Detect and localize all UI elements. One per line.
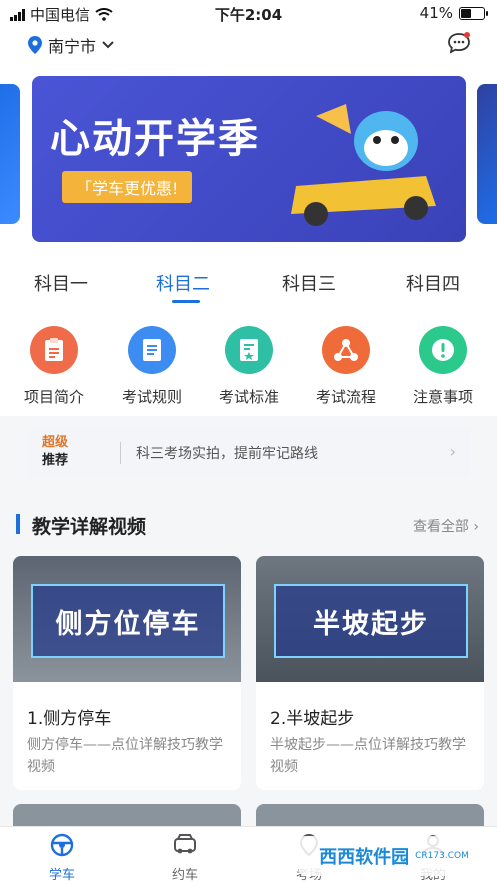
project-intro-label: 项目简介 (23, 388, 84, 406)
status-bar: 中国电信 下午2:04 41% (0, 0, 497, 26)
video-description: 半坡起步——点位详解技巧教学视频 (270, 737, 466, 775)
section-title: 教学详解视频 (32, 516, 147, 538)
subject-tabs: 科目一 科目二 科目三 科目四 (0, 256, 497, 316)
city-label: 南宁市 (48, 37, 97, 56)
view-all-link[interactable]: 查看全部 › (413, 516, 479, 536)
recommend-notice[interactable]: 超级 推荐 科三考场实拍，提前牢记路线 › (28, 428, 470, 478)
feature-grid: 项目简介 考试规则 考试标准 考试流程 注意事项 (0, 316, 497, 416)
video-card[interactable]: 侧方位停车 1.侧方停车 侧方停车——点位详解技巧教学视频 (13, 556, 241, 790)
watermark-url: CR173.COM (415, 851, 469, 861)
exam-process-label: 考试流程 (315, 388, 376, 406)
section-accent-bar (16, 514, 20, 534)
exam-rules-button[interactable]: 考试规则 (112, 326, 192, 407)
location-pin-icon (28, 36, 42, 54)
tab-book-label: 约车 (171, 868, 198, 883)
banner-ribbon: 「学车更优惠! (62, 171, 193, 203)
message-icon[interactable] (447, 32, 471, 54)
standard-book-icon (225, 326, 273, 374)
exam-rules-label: 考试规则 (121, 388, 182, 406)
active-tab-indicator (172, 300, 200, 303)
site-watermark: 西西软件园 CR173.COM (299, 836, 489, 876)
super-recommend-badge: 超级 推荐 (42, 434, 68, 470)
tab-book[interactable]: 约车 (150, 833, 220, 883)
thumbnail-title: 侧方位停车 (55, 608, 201, 640)
video-thumbnail: 侧方位停车 (13, 556, 241, 682)
exclamation-icon (419, 326, 467, 374)
project-intro-button[interactable]: 项目简介 (14, 326, 94, 407)
video-title: 1.侧方停车 (27, 709, 112, 729)
notice-text: 科三考场实拍，提前牢记路线 (136, 446, 318, 462)
view-all-label: 查看全部 (412, 519, 469, 535)
banner-next-peek[interactable] (477, 84, 497, 224)
precautions-button[interactable]: 注意事项 (403, 326, 483, 407)
banner-headline: 心动开学季 (50, 116, 260, 162)
chevron-down-icon (102, 41, 114, 49)
steering-wheel-icon (50, 833, 74, 857)
precautions-label: 注意事项 (412, 388, 473, 406)
battery-percent: 41% (419, 4, 453, 22)
mascot-car-illustration (291, 104, 436, 226)
tab-learn[interactable]: 学车 (27, 833, 97, 883)
top-bar: 南宁市 (0, 26, 497, 66)
document-icon (128, 326, 176, 374)
exam-process-button[interactable]: 考试流程 (306, 326, 386, 407)
video-section-header: 教学详解视频 查看全部 › (0, 500, 497, 550)
notice-divider (120, 442, 121, 464)
process-share-icon (322, 326, 370, 374)
video-title: 2.半坡起步 (270, 709, 355, 729)
car-icon (174, 834, 196, 854)
tab-learn-label: 学车 (48, 868, 75, 883)
banner-carousel[interactable]: 心动开学季 「学车更优惠! (0, 66, 497, 256)
promo-banner[interactable]: 心动开学季 「学车更优惠! (32, 76, 466, 242)
thumbnail-title: 半坡起步 (313, 608, 429, 640)
exam-standards-button[interactable]: 考试标准 (209, 326, 289, 407)
banner-prev-peek[interactable] (0, 84, 20, 224)
tab-subject-2[interactable]: 科目二 (156, 270, 210, 296)
clipboard-icon (30, 326, 78, 374)
badge-top-text: 超级 (42, 435, 69, 450)
watermark-name: 西西软件园 (319, 847, 410, 868)
chevron-right-icon: › (473, 519, 479, 535)
battery-icon (459, 6, 488, 20)
exam-standards-label: 考试标准 (218, 388, 279, 406)
city-selector[interactable]: 南宁市 (28, 33, 114, 57)
video-description: 侧方停车——点位详解技巧教学视频 (27, 737, 223, 775)
badge-bottom-text: 推荐 (42, 453, 69, 468)
video-card[interactable]: 半坡起步 2.半坡起步 半坡起步——点位详解技巧教学视频 (256, 556, 484, 790)
chevron-right-icon: › (449, 442, 456, 461)
video-thumbnail: 半坡起步 (256, 556, 484, 682)
tab-subject-3[interactable]: 科目三 (282, 270, 336, 296)
tab-subject-1[interactable]: 科目一 (34, 270, 88, 296)
tab-subject-4[interactable]: 科目四 (406, 270, 460, 296)
